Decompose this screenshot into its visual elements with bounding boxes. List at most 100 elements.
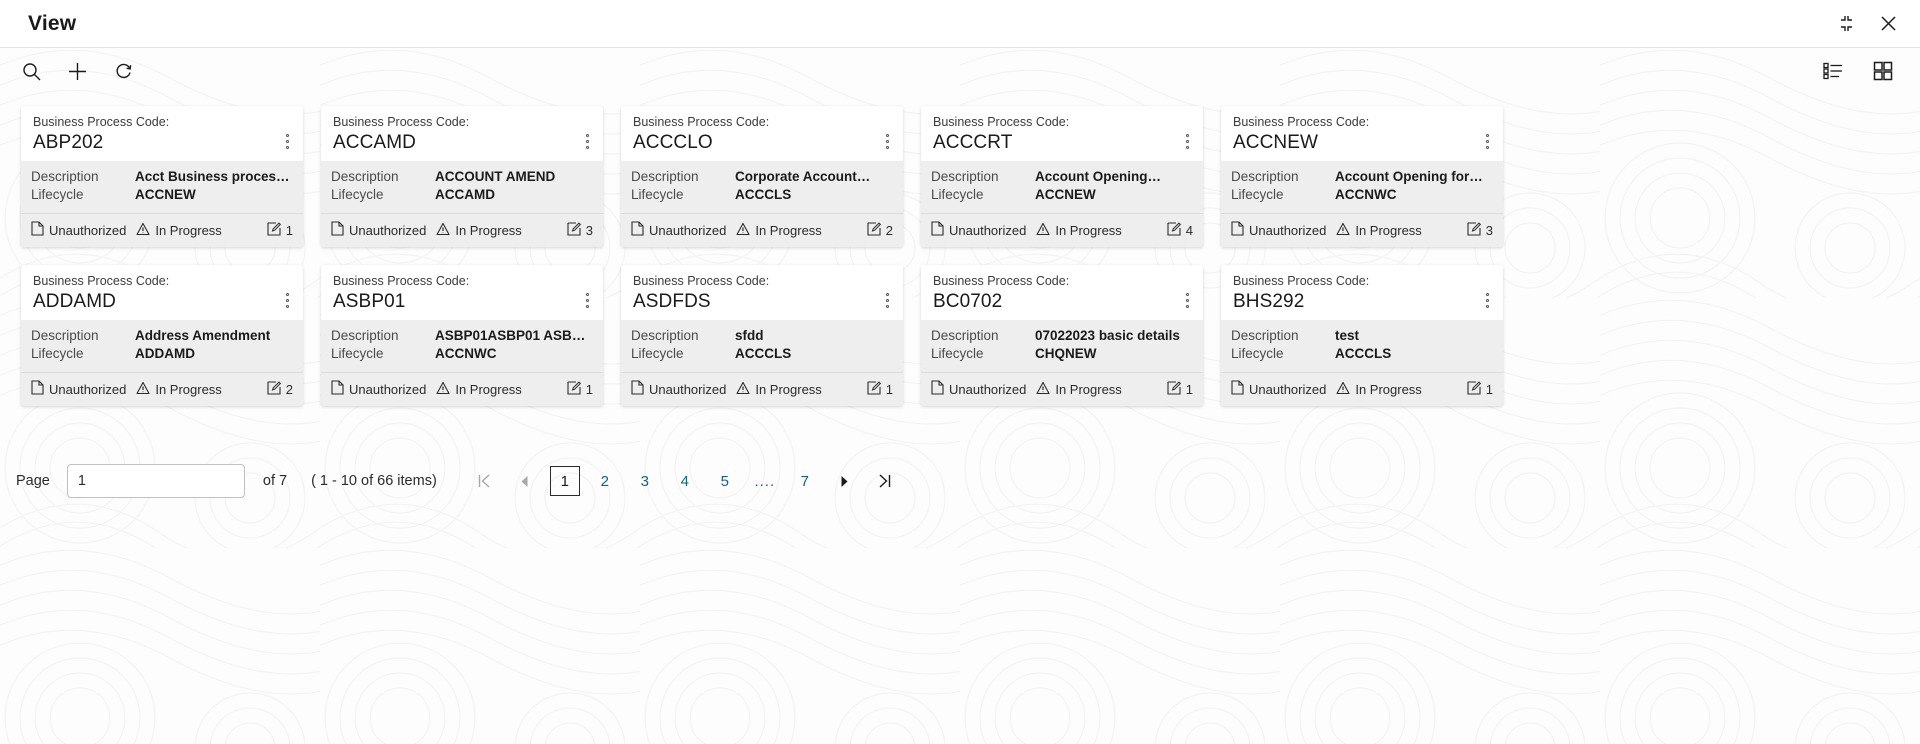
card-body: Description Acct Business proces… Lifecy… <box>21 161 303 213</box>
lifecycle-key: Lifecycle <box>631 187 684 202</box>
count-value: 3 <box>1485 222 1493 238</box>
action-toolbar <box>0 48 1920 94</box>
warning-triangle-icon <box>1036 381 1050 398</box>
lifecycle-row: Lifecycle ACCNWC <box>331 345 591 363</box>
document-icon <box>631 221 644 239</box>
last-page-icon[interactable] <box>870 466 900 496</box>
authorization-label: Unauthorized <box>649 381 727 397</box>
business-process-card-grid: Business Process Code: ABP202 Descriptio… <box>0 94 1920 406</box>
pagination-page-7[interactable]: 7 <box>790 466 820 496</box>
window-controls <box>1836 14 1898 34</box>
pagination-page-3[interactable]: 3 <box>630 466 660 496</box>
card-code-label: Business Process Code: <box>633 274 770 288</box>
pagination-page-1[interactable]: 1 <box>549 466 580 496</box>
lifecycle-row: Lifecycle ACCCLS <box>631 186 891 204</box>
card-code-label: Business Process Code: <box>1233 274 1370 288</box>
edit-icon <box>567 221 581 239</box>
lifecycle-value: ACCCLS <box>735 346 792 361</box>
grid-view-icon[interactable] <box>1868 56 1898 86</box>
refresh-icon[interactable] <box>108 56 138 86</box>
warning-triangle-icon <box>1336 381 1350 398</box>
business-process-card[interactable]: Business Process Code: ACCNEW Descriptio… <box>1221 106 1503 247</box>
status-label: In Progress <box>1055 381 1122 397</box>
lifecycle-value: ACCAMD <box>435 187 495 202</box>
business-process-card[interactable]: Business Process Code: ASBP01 Descriptio… <box>321 265 603 406</box>
business-process-card[interactable]: Business Process Code: BC0702 Descriptio… <box>921 265 1203 406</box>
count-value: 1 <box>285 222 293 238</box>
card-code-value: ACCCLO <box>633 132 713 153</box>
card-code-label: Business Process Code: <box>33 115 170 129</box>
pagination-page-5[interactable]: 5 <box>710 466 740 496</box>
status-label: In Progress <box>1355 381 1422 397</box>
previous-page-icon[interactable] <box>510 466 540 496</box>
modification-count: 1 <box>567 380 593 398</box>
description-value: ACCOUNT AMEND <box>435 169 556 184</box>
modification-count: 2 <box>867 221 893 239</box>
next-page-icon[interactable] <box>830 466 860 496</box>
description-key: Description <box>31 169 99 184</box>
modification-count: 1 <box>1467 380 1493 398</box>
warning-triangle-icon <box>136 222 150 239</box>
business-process-card[interactable]: Business Process Code: BHS292 Descriptio… <box>1221 265 1503 406</box>
kebab-menu-icon[interactable] <box>1480 292 1494 308</box>
document-icon <box>631 380 644 398</box>
description-value: Address Amendment <box>135 328 271 343</box>
lifecycle-row: Lifecycle ACCNEW <box>31 186 291 204</box>
card-code-label: Business Process Code: <box>633 115 770 129</box>
first-page-icon[interactable] <box>470 466 500 496</box>
lifecycle-key: Lifecycle <box>331 187 384 202</box>
authorization-status: Unauthorized <box>31 380 126 398</box>
lifecycle-value: ACCNEW <box>135 187 196 202</box>
business-process-card[interactable]: Business Process Code: ASDFDS Descriptio… <box>621 265 903 406</box>
kebab-menu-icon[interactable] <box>880 133 894 149</box>
business-process-card[interactable]: Business Process Code: ACCCLO Descriptio… <box>621 106 903 247</box>
lifecycle-value: ACCNWC <box>1335 187 1397 202</box>
kebab-menu-icon[interactable] <box>580 292 594 308</box>
lifecycle-key: Lifecycle <box>631 346 684 361</box>
status-label: In Progress <box>155 222 222 238</box>
search-icon[interactable] <box>16 56 46 86</box>
description-value: Corporate Account… <box>735 169 871 184</box>
warning-triangle-icon <box>136 381 150 398</box>
close-icon[interactable] <box>1878 14 1898 34</box>
kebab-menu-icon[interactable] <box>1180 292 1194 308</box>
page-number-input[interactable] <box>66 464 245 498</box>
count-value: 2 <box>885 222 893 238</box>
authorization-label: Unauthorized <box>949 381 1027 397</box>
plus-icon[interactable] <box>62 56 92 86</box>
business-process-card[interactable]: Business Process Code: ABP202 Descriptio… <box>21 106 303 247</box>
authorization-label: Unauthorized <box>649 222 727 238</box>
pagination-page-4[interactable]: 4 <box>670 466 700 496</box>
pagination-page-2[interactable]: 2 <box>590 466 620 496</box>
card-header: Business Process Code: ACCCLO <box>621 106 903 161</box>
description-key: Description <box>931 328 999 343</box>
collapse-icon[interactable] <box>1836 14 1856 34</box>
authorization-status: Unauthorized <box>331 380 426 398</box>
kebab-menu-icon[interactable] <box>280 133 294 149</box>
description-row: Description sfdd <box>631 327 891 345</box>
business-process-card[interactable]: Business Process Code: ADDAMD Descriptio… <box>21 265 303 406</box>
count-value: 2 <box>285 381 293 397</box>
kebab-menu-icon[interactable] <box>280 292 294 308</box>
list-view-icon[interactable] <box>1818 56 1848 86</box>
business-process-card[interactable]: Business Process Code: ACCCRT Descriptio… <box>921 106 1203 247</box>
record-status: In Progress <box>736 381 822 398</box>
kebab-menu-icon[interactable] <box>1480 133 1494 149</box>
description-key: Description <box>31 328 99 343</box>
card-header: Business Process Code: ADDAMD <box>21 265 303 320</box>
lifecycle-key: Lifecycle <box>331 346 384 361</box>
modification-count: 1 <box>867 380 893 398</box>
kebab-menu-icon[interactable] <box>1180 133 1194 149</box>
kebab-menu-icon[interactable] <box>580 133 594 149</box>
lifecycle-value: ACCNWC <box>435 346 497 361</box>
card-code-label: Business Process Code: <box>933 274 1070 288</box>
kebab-menu-icon[interactable] <box>880 292 894 308</box>
modification-count: 2 <box>267 380 293 398</box>
description-value: 07022023 basic details <box>1035 328 1180 343</box>
lifecycle-key: Lifecycle <box>31 346 84 361</box>
business-process-card[interactable]: Business Process Code: ACCAMD Descriptio… <box>321 106 603 247</box>
card-code-value: BHS292 <box>1233 291 1305 312</box>
authorization-status: Unauthorized <box>31 221 126 239</box>
description-key: Description <box>331 169 399 184</box>
card-body: Description Corporate Account… Lifecycle… <box>621 161 903 213</box>
